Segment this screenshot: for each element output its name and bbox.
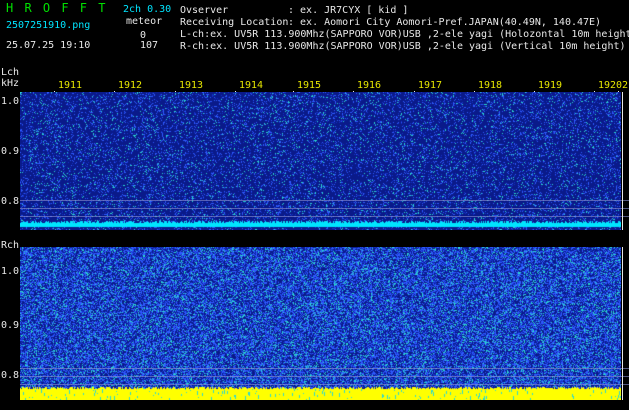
app-brand: H R O F F T bbox=[6, 1, 108, 15]
lch-unit: kHz bbox=[1, 78, 20, 89]
meteor-label: meteor bbox=[126, 16, 163, 27]
current-time-marker bbox=[622, 92, 623, 230]
rch-ref-line bbox=[20, 376, 629, 377]
lch-ref-line bbox=[20, 208, 629, 209]
time-tick-label: 1919 bbox=[538, 80, 563, 91]
lch-ytick-0-9: 0.9 bbox=[1, 146, 20, 157]
lch-ytick-1-0: 1.0 bbox=[1, 96, 20, 107]
lch-ytick-0-8: 0.8 bbox=[1, 196, 20, 207]
time-tick-label: 1913 bbox=[179, 80, 204, 91]
observer-label: Ovserver bbox=[180, 5, 229, 16]
location-label: Receiving Location bbox=[180, 17, 289, 28]
filename-label: 2507251910.png bbox=[6, 20, 91, 31]
time-tick-label: 1916 bbox=[357, 80, 382, 91]
rch-ref-line bbox=[20, 368, 629, 369]
current-time-marker bbox=[622, 247, 623, 400]
observer-value: : ex. JR7CYX [ kid ] bbox=[288, 5, 409, 16]
time-tick-label: 1912 bbox=[118, 80, 143, 91]
rch-info: R-ch:ex. UV5R 113.900Mhz(SAPPORO VOR)USB… bbox=[180, 41, 626, 52]
time-tick-label: 2 bbox=[622, 80, 629, 91]
rch-label: Rch bbox=[1, 240, 20, 251]
lch-info: L-ch:ex. UV5R 113.900Mhz(SAPPORO VOR)USB… bbox=[180, 29, 629, 40]
lch-spectrogram bbox=[20, 92, 621, 230]
rch-spectrogram bbox=[20, 247, 621, 400]
time-tick-label: 1920 bbox=[598, 80, 623, 91]
rch-ytick-0-9: 0.9 bbox=[1, 320, 20, 331]
location-value: : ex. Aomori City Aomori-Pref.JAPAN(40.4… bbox=[288, 17, 602, 28]
rch-meteor-count: 107 bbox=[140, 40, 159, 51]
rch-ytick-0-8: 0.8 bbox=[1, 370, 20, 381]
time-tick-label: 1915 bbox=[297, 80, 322, 91]
time-tick-label: 1911 bbox=[58, 80, 83, 91]
time-tick-label: 1917 bbox=[418, 80, 443, 91]
lch-ref-line bbox=[20, 216, 629, 217]
rch-ytick-1-0: 1.0 bbox=[1, 266, 20, 277]
rch-ref-line bbox=[20, 384, 629, 385]
mode-label: 2ch 0.30 bbox=[123, 4, 172, 15]
lch-ref-line bbox=[20, 200, 629, 201]
datetime-label: 25.07.25 19:10 bbox=[6, 40, 91, 51]
lch-label: Lch bbox=[1, 67, 20, 78]
time-tick-label: 1914 bbox=[239, 80, 264, 91]
time-tick-label: 1918 bbox=[478, 80, 503, 91]
